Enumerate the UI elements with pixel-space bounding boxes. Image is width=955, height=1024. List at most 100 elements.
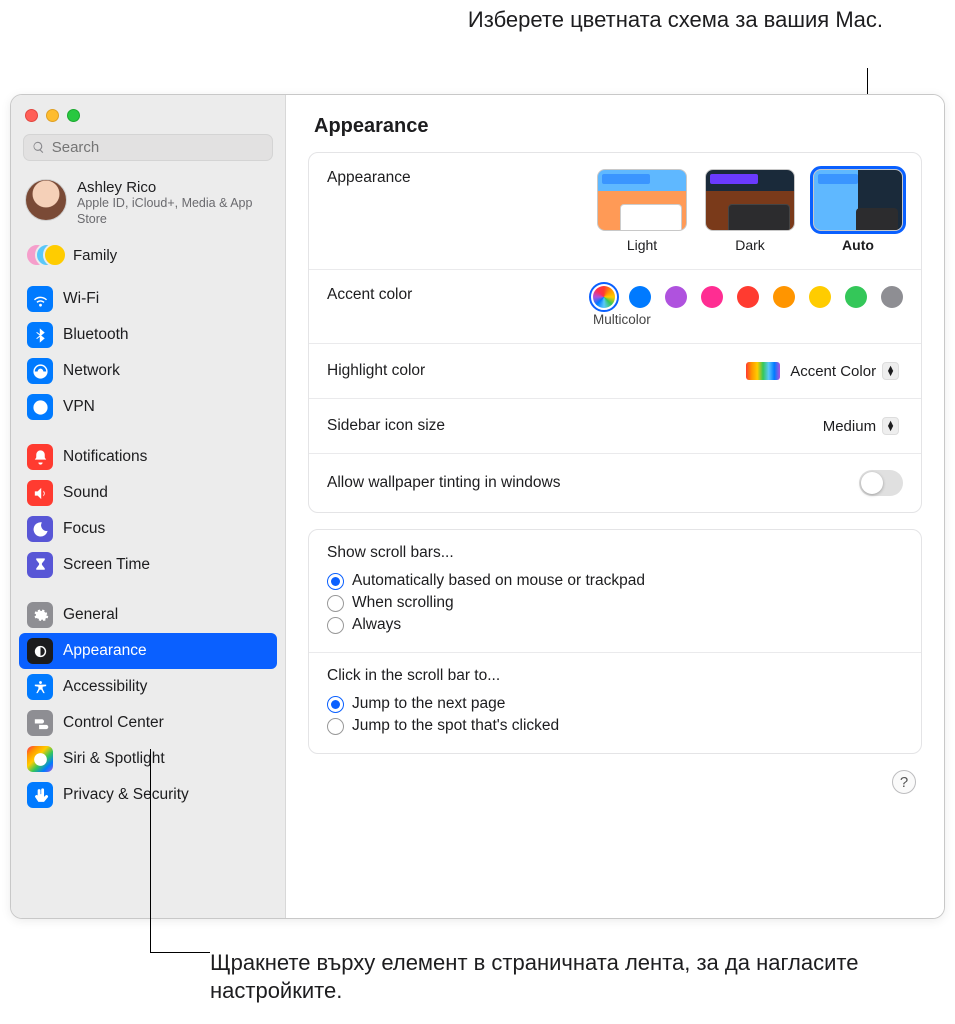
sidebar-list: Wi-Fi Bluetooth Network VPN Notifications Sou… — [11, 281, 285, 918]
family-icon — [25, 243, 63, 267]
panel-scroll: Show scroll bars... Automatically based … — [308, 529, 922, 754]
search-field[interactable] — [23, 134, 273, 161]
radio-label: Jump to the spot that's clicked — [352, 717, 559, 735]
accent-swatch-pink[interactable] — [701, 286, 723, 308]
appearance-thumb-dark — [705, 169, 795, 231]
row-sidebar-icon-size: Sidebar icon size Medium ▲▼ — [309, 399, 921, 454]
sidebar-size-value: Medium — [823, 418, 876, 435]
sidebar-item-wi-fi[interactable]: Wi-Fi — [19, 281, 277, 317]
radio-label: When scrolling — [352, 594, 454, 612]
appearance-option-auto[interactable]: Auto — [813, 169, 903, 253]
sidebar-item-label: Notifications — [63, 448, 147, 466]
sidebar-item-network[interactable]: Network — [19, 353, 277, 389]
sidebar-size-label: Sidebar icon size — [327, 417, 445, 435]
appearance-option-label: Auto — [813, 237, 903, 253]
sidebar-item-vpn[interactable]: VPN — [19, 389, 277, 425]
sidebar-item-label: Wi-Fi — [63, 290, 99, 308]
accent-swatch-orange[interactable] — [773, 286, 795, 308]
help-button[interactable]: ? — [892, 770, 916, 794]
sidebar-item-accessibility[interactable]: Accessibility — [19, 669, 277, 705]
tinting-label: Allow wallpaper tinting in windows — [327, 474, 560, 492]
radio-label: Automatically based on mouse or trackpad — [352, 572, 645, 590]
scrollbars-option-0[interactable]: Automatically based on mouse or trackpad — [327, 570, 903, 592]
sidebar-item-focus[interactable]: Focus — [19, 511, 277, 547]
accent-swatch-gray[interactable] — [881, 286, 903, 308]
scrollclick-label: Click in the scroll bar to... — [327, 667, 903, 685]
scrollbars-option-1[interactable]: When scrolling — [327, 592, 903, 614]
sidebar-item-label: Network — [63, 362, 120, 380]
tinting-toggle[interactable] — [859, 470, 903, 496]
accent-swatch-green[interactable] — [845, 286, 867, 308]
sidebar-item-siri-spotlight[interactable]: Siri & Spotlight — [19, 741, 277, 777]
accent-swatch-rred[interactable] — [737, 286, 759, 308]
apple-id-account[interactable]: Ashley Rico Apple ID, iCloud+, Media & A… — [11, 173, 285, 237]
sidebar-size-popup[interactable]: Medium ▲▼ — [815, 415, 903, 437]
family-label: Family — [73, 247, 117, 264]
callout-bottom: Щракнете върху елемент в страничната лен… — [210, 949, 955, 1006]
gear-icon — [27, 602, 53, 628]
radio-label: Always — [352, 616, 401, 634]
sidebar-item-label: General — [63, 606, 118, 624]
appearance-thumb-light — [597, 169, 687, 231]
appearance-option-light[interactable]: Light — [597, 169, 687, 253]
radio-icon — [327, 696, 344, 713]
sidebar-item-bluetooth[interactable]: Bluetooth — [19, 317, 277, 353]
sidebar: Ashley Rico Apple ID, iCloud+, Media & A… — [11, 95, 286, 918]
radio-icon — [327, 595, 344, 612]
bell-icon — [27, 444, 53, 470]
accent-swatches — [593, 286, 903, 308]
sidebar-item-label: Appearance — [63, 642, 147, 660]
callout-top-text: Изберете цветната схема за вашия Mac. — [468, 7, 883, 32]
scrollclick-option-0[interactable]: Jump to the next page — [327, 693, 903, 715]
avatar — [25, 179, 67, 221]
callout-line — [150, 749, 151, 952]
accent-selected-name: Multicolor — [593, 312, 903, 327]
radio-icon — [327, 573, 344, 590]
sidebar-item-label: Sound — [63, 484, 108, 502]
highlight-popup[interactable]: Accent Color ▲▼ — [738, 360, 903, 382]
appearance-option-dark[interactable]: Dark — [705, 169, 795, 253]
sidebar-item-appearance[interactable]: Appearance — [19, 633, 277, 669]
radio-icon — [327, 617, 344, 634]
accent-swatch-multi[interactable] — [593, 286, 615, 308]
zoom-icon[interactable] — [67, 109, 80, 122]
account-sub: Apple ID, iCloud+, Media & App Store — [77, 196, 271, 227]
row-highlight-color: Highlight color Accent Color ▲▼ — [309, 344, 921, 399]
sidebar-item-control-center[interactable]: Control Center — [19, 705, 277, 741]
sidebar-item-screen-time[interactable]: Screen Time — [19, 547, 277, 583]
sidebar-item-privacy-security[interactable]: Privacy & Security — [19, 777, 277, 813]
sidebar-item-label: Screen Time — [63, 556, 150, 574]
accessibility-icon — [27, 674, 53, 700]
sidebar-item-label: Focus — [63, 520, 105, 538]
accent-swatch-blue[interactable] — [629, 286, 651, 308]
sidebar-item-label: VPN — [63, 398, 95, 416]
sidebar-item-family[interactable]: Family — [11, 237, 285, 281]
scrollclick-option-1[interactable]: Jump to the spot that's clicked — [327, 715, 903, 737]
hand-icon — [27, 782, 53, 808]
callout-top: Изберете цветната схема за вашия Mac. — [468, 6, 883, 35]
sidebar-item-label: Control Center — [63, 714, 164, 732]
accent-swatch-purple[interactable] — [665, 286, 687, 308]
appearance-option-label: Light — [597, 237, 687, 253]
radio-icon — [327, 718, 344, 735]
appearance-option-label: Dark — [705, 237, 795, 253]
wifi-icon — [27, 286, 53, 312]
radio-label: Jump to the next page — [352, 695, 505, 713]
sidebar-item-notifications[interactable]: Notifications — [19, 439, 277, 475]
page-title: Appearance — [286, 95, 944, 152]
search-icon — [32, 140, 46, 155]
panel-appearance: Appearance LightDarkAuto Accent color Mu… — [308, 152, 922, 513]
sidebar-item-label: Accessibility — [63, 678, 147, 696]
appearance-thumb-auto — [813, 169, 903, 231]
minimize-icon[interactable] — [46, 109, 59, 122]
highlight-gradient-icon — [746, 362, 780, 380]
close-icon[interactable] — [25, 109, 38, 122]
search-input[interactable] — [52, 139, 264, 156]
accent-swatch-yellow[interactable] — [809, 286, 831, 308]
row-appearance: Appearance LightDarkAuto — [309, 153, 921, 270]
scrollbars-option-2[interactable]: Always — [327, 614, 903, 636]
row-accent-color: Accent color Multicolor — [309, 270, 921, 344]
callout-bottom-text: Щракнете върху елемент в страничната лен… — [210, 950, 858, 1004]
sidebar-item-general[interactable]: General — [19, 597, 277, 633]
sidebar-item-sound[interactable]: Sound — [19, 475, 277, 511]
